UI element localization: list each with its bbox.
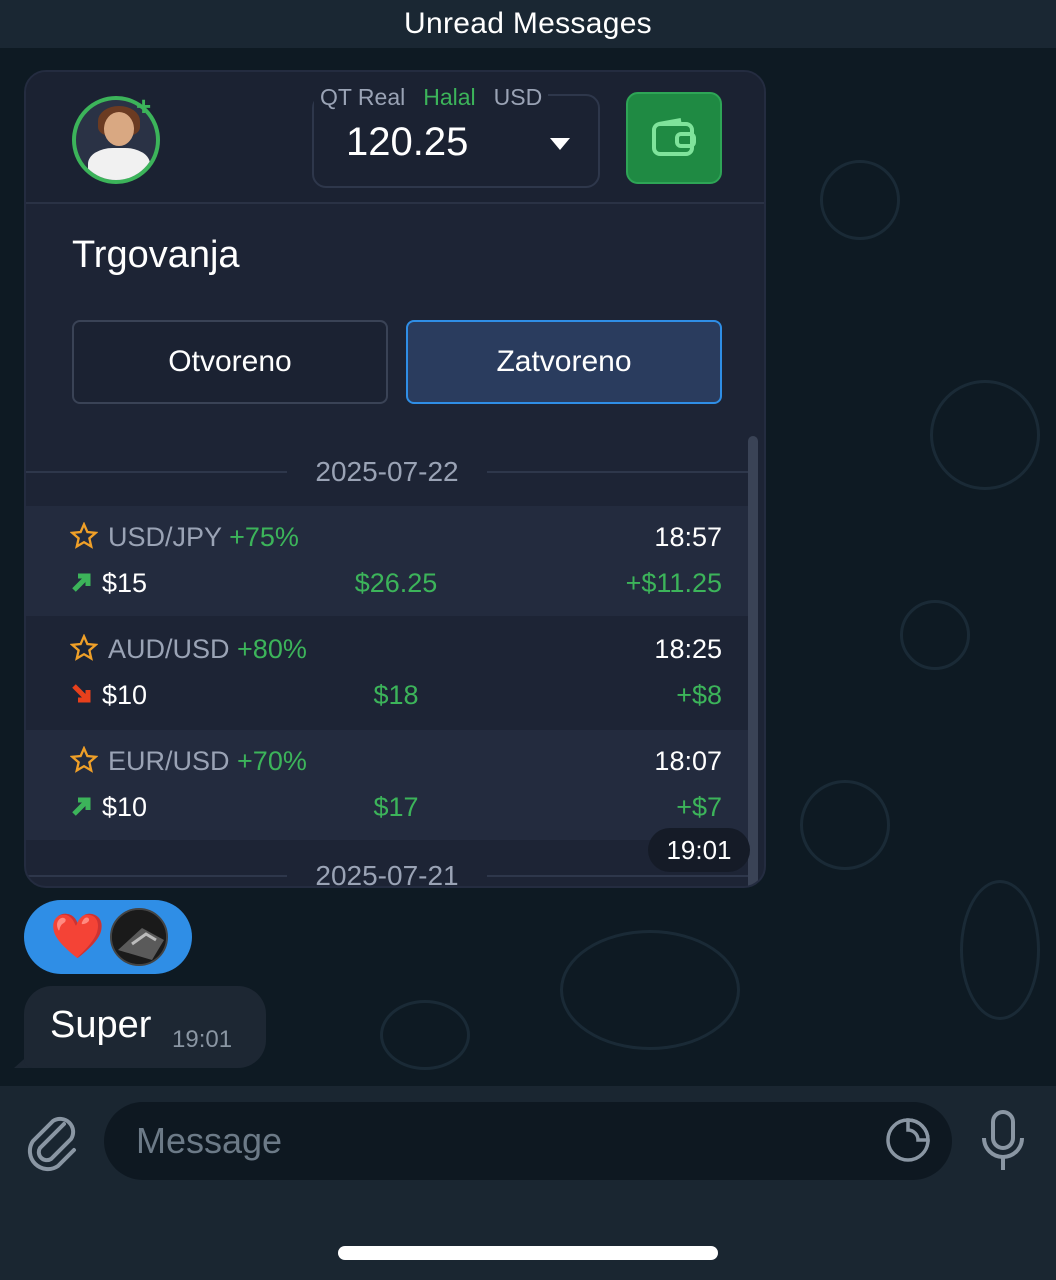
background-doodle xyxy=(820,160,900,240)
home-indicator xyxy=(338,1246,718,1260)
wallet-icon xyxy=(652,118,696,156)
pair-name: USD/JPY xyxy=(108,522,222,552)
message-input[interactable] xyxy=(104,1102,952,1180)
star-icon xyxy=(70,634,98,661)
account-mode-label: Halal xyxy=(423,84,476,110)
wallet-button xyxy=(626,92,722,184)
trade-time: 18:07 xyxy=(654,746,722,776)
trade-profit: +$11.25 xyxy=(625,568,722,598)
background-doodle xyxy=(900,600,970,670)
trade-time: 18:25 xyxy=(654,634,722,664)
trade-payout: $18 xyxy=(373,680,419,710)
background-doodle xyxy=(380,1000,470,1070)
star-icon xyxy=(70,746,98,773)
trade-row: EUR/USD +70% 18:07 $10 $17 +$7 xyxy=(26,730,748,840)
trade-row: AUD/USD +80% 18:25 $10 $18 +$8 xyxy=(26,618,748,728)
trading-app-header: + QT Real Halal USD 120.25 xyxy=(26,72,764,204)
tab-open: Otvoreno xyxy=(72,320,388,404)
arrow-up-right-icon xyxy=(72,573,91,592)
currency-label: USD xyxy=(493,84,543,110)
trade-profit: +$8 xyxy=(676,680,722,710)
heart-reaction: ❤️ xyxy=(50,912,105,961)
pair-percent: +70% xyxy=(237,746,307,776)
trade-pair: AUD/USD +80% xyxy=(108,634,307,665)
account-type-label: QT Real xyxy=(320,84,406,110)
background-doodle xyxy=(800,780,890,870)
trade-time: 18:57 xyxy=(654,522,722,552)
sticker-icon[interactable] xyxy=(884,1116,932,1164)
reactions-pill[interactable]: ❤️ xyxy=(24,900,192,974)
trade-payout: $26.25 xyxy=(354,568,438,598)
account-balance: 120.25 xyxy=(346,120,469,164)
trade-amount: $10 xyxy=(102,680,148,710)
background-doodle xyxy=(560,930,740,1050)
plus-icon: + xyxy=(136,91,152,121)
background-doodle xyxy=(930,380,1040,490)
pair-name: EUR/USD xyxy=(108,746,230,776)
message-time: 19:01 xyxy=(172,1026,233,1053)
account-tags: QT Real Halal USD xyxy=(314,84,549,114)
tab-closed: Zatvoreno xyxy=(406,320,722,404)
trade-payout: $17 xyxy=(373,792,419,822)
reactor-avatar xyxy=(110,908,168,966)
message-bubble[interactable]: Super 19:01 xyxy=(24,986,266,1068)
date-label: 2025-07-22 xyxy=(315,456,459,487)
microphone-icon[interactable] xyxy=(978,1108,1028,1174)
paperclip-icon[interactable] xyxy=(24,1110,80,1172)
reactor-avatar-image xyxy=(112,910,166,964)
message-time: 19:01 xyxy=(648,828,750,872)
trade-amount: $10 xyxy=(102,792,148,822)
scrollbar xyxy=(748,436,758,886)
caret-down-icon xyxy=(550,138,570,150)
unread-messages-label: Unread Messages xyxy=(404,7,652,40)
arrow-up-right-icon xyxy=(72,797,91,816)
star-icon xyxy=(70,522,98,549)
date-separator: 2025-07-22 xyxy=(26,452,749,492)
trade-pair: EUR/USD +70% xyxy=(108,746,307,777)
trade-pair: USD/JPY +75% xyxy=(108,522,299,553)
pair-percent: +75% xyxy=(229,522,299,552)
date-label: 2025-07-21 xyxy=(315,860,459,888)
pair-percent: +80% xyxy=(237,634,307,664)
pair-name: AUD/USD xyxy=(108,634,230,664)
trade-profit: +$7 xyxy=(676,792,722,822)
trade-row: USD/JPY +75% 18:57 $15 $26.25 +$11.25 xyxy=(26,506,748,616)
date-separator: 2025-07-21 xyxy=(26,856,749,888)
background-doodle xyxy=(960,880,1040,1020)
unread-messages-bar: Unread Messages xyxy=(0,0,1056,48)
message-text: Super xyxy=(50,1004,152,1046)
trading-screenshot-message[interactable]: + QT Real Halal USD 120.25 Trgovanja Otv… xyxy=(24,70,766,888)
arrow-down-right-icon xyxy=(72,684,91,703)
section-title: Trgovanja xyxy=(72,234,240,276)
trade-amount: $15 xyxy=(102,568,148,598)
